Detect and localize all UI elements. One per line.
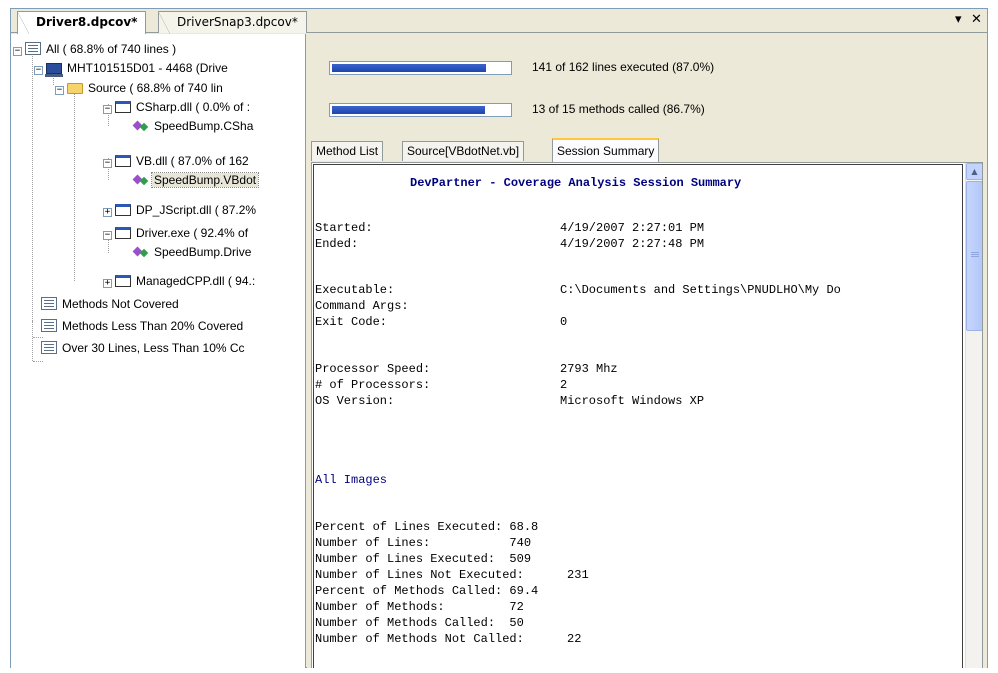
ended-value: 4/19/2007 2:27:48 PM: [560, 237, 705, 251]
tree-node-over-30-lines[interactable]: Over 30 Lines, Less Than 10% Cc: [41, 339, 247, 357]
stat-line: Percent of Methods Called: 69.4: [315, 584, 539, 598]
class-icon: [133, 245, 149, 258]
stat-line: Number of Methods Not Called: 22: [315, 632, 582, 646]
all-images-heading: All Images: [315, 473, 388, 487]
stat-line: Percent of Lines Executed: 68.8: [315, 520, 539, 534]
collapse-icon[interactable]: −: [103, 159, 112, 168]
list-icon: [25, 42, 41, 55]
module-icon: [115, 101, 131, 113]
tree-node-dp-jscript-dll[interactable]: + DP_JScript.dll ( 87.2%: [103, 201, 258, 219]
module-icon: [115, 275, 131, 287]
collapse-icon[interactable]: −: [103, 231, 112, 240]
stat-line: Number of Lines: 740: [315, 536, 532, 550]
tree-node-managedcpp-dll[interactable]: + ManagedCPP.dll ( 94.:: [103, 272, 257, 290]
os-version-value: Microsoft Windows XP: [560, 394, 705, 408]
processor-speed-label: Processor Speed:: [315, 362, 431, 376]
processors-value: 2: [560, 378, 568, 392]
tree-node-methods-not-covered[interactable]: Methods Not Covered: [41, 295, 181, 313]
list-icon: [41, 341, 57, 354]
tree-node-speedbump-vbdotnet[interactable]: SpeedBump.VBdot: [133, 171, 260, 189]
expand-icon[interactable]: +: [103, 208, 112, 217]
report-scrollbar[interactable]: ▲: [965, 163, 982, 668]
exit-code-label: Exit Code:: [315, 315, 388, 329]
started-label: Started:: [315, 221, 373, 235]
tab-source[interactable]: Source[VBdotNet.vb]: [402, 141, 525, 161]
processor-speed-value: 2793 Mhz: [560, 362, 618, 376]
tab-method-list[interactable]: Method List: [311, 141, 384, 161]
list-icon: [41, 319, 57, 332]
collapse-icon[interactable]: −: [103, 105, 112, 114]
stat-line: Number of Methods Called: 50: [315, 616, 524, 630]
module-icon: [115, 227, 131, 239]
tab-driver8[interactable]: Driver8.dpcov*: [17, 11, 147, 34]
chevron-down-icon[interactable]: ▾: [955, 12, 962, 27]
lines-progress-bar: [329, 61, 512, 75]
tree-node-speedbump-csharp[interactable]: SpeedBump.CSha: [133, 117, 255, 135]
tree-node-vb-dll[interactable]: − VB.dll ( 87.0% of 162: [103, 152, 251, 170]
detail-pane: 141 of 162 lines executed (87.0%) 13 of …: [307, 34, 987, 668]
tree-node-csharp-dll[interactable]: − CSharp.dll ( 0.0% of :: [103, 98, 252, 116]
class-icon: [133, 173, 149, 186]
session-summary-report: DevPartner - Coverage Analysis Session S…: [311, 162, 983, 668]
processors-label: # of Processors:: [315, 378, 431, 392]
module-icon: [115, 204, 131, 216]
document-tab-strip: Driver8.dpcov* DriverSnap3.dpcov* ▾ ✕: [11, 9, 987, 34]
report-title: DevPartner - Coverage Analysis Session S…: [410, 176, 742, 190]
coverage-window: Driver8.dpcov* DriverSnap3.dpcov* ▾ ✕ − A…: [10, 8, 988, 668]
module-icon: [115, 155, 131, 167]
class-icon: [133, 119, 149, 132]
tab-session-summary[interactable]: Session Summary: [552, 138, 660, 162]
tab-driversnap3[interactable]: DriverSnap3.dpcov*: [158, 11, 307, 34]
tree-node-methods-less-20[interactable]: Methods Less Than 20% Covered: [41, 317, 245, 335]
executable-label: Executable:: [315, 283, 395, 297]
tree-node-speedbump-driver[interactable]: SpeedBump.Drive: [133, 243, 253, 261]
folder-icon: [67, 83, 83, 94]
command-args-label: Command Args:: [315, 299, 409, 313]
scroll-up-icon[interactable]: ▲: [966, 163, 982, 180]
expand-icon[interactable]: +: [103, 279, 112, 288]
close-icon[interactable]: ✕: [971, 12, 982, 27]
os-version-label: OS Version:: [315, 394, 395, 408]
exit-code-value: 0: [560, 315, 568, 329]
coverage-tree: − All ( 68.8% of 740 lines ) − MHT101515D0…: [11, 34, 306, 668]
stat-line: Number of Methods: 72: [315, 600, 524, 614]
stat-line: Number of Lines Not Executed: 231: [315, 568, 589, 582]
computer-icon: [45, 63, 63, 77]
executable-value: C:\Documents and Settings\PNUDLHO\My Do: [560, 283, 841, 297]
stat-line: Number of Lines Executed: 509: [315, 552, 532, 566]
scrollbar-thumb[interactable]: [966, 181, 982, 331]
lines-executed-text: 141 of 162 lines executed (87.0%): [532, 60, 715, 74]
collapse-icon[interactable]: −: [13, 47, 22, 56]
started-value: 4/19/2007 2:27:01 PM: [560, 221, 705, 235]
collapse-icon[interactable]: −: [34, 66, 43, 75]
tree-node-machine[interactable]: − MHT101515D01 - 4468 (Drive: [34, 59, 230, 77]
tree-node-driver-exe[interactable]: − Driver.exe ( 92.4% of: [103, 224, 250, 242]
methods-called-text: 13 of 15 methods called (86.7%): [532, 102, 705, 116]
list-icon: [41, 297, 57, 310]
tree-node-source[interactable]: − Source ( 68.8% of 740 lin: [55, 79, 225, 97]
methods-progress-bar: [329, 103, 512, 117]
ended-label: Ended:: [315, 237, 359, 251]
tree-node-all[interactable]: − All ( 68.8% of 740 lines ): [13, 40, 178, 58]
collapse-icon[interactable]: −: [55, 86, 64, 95]
